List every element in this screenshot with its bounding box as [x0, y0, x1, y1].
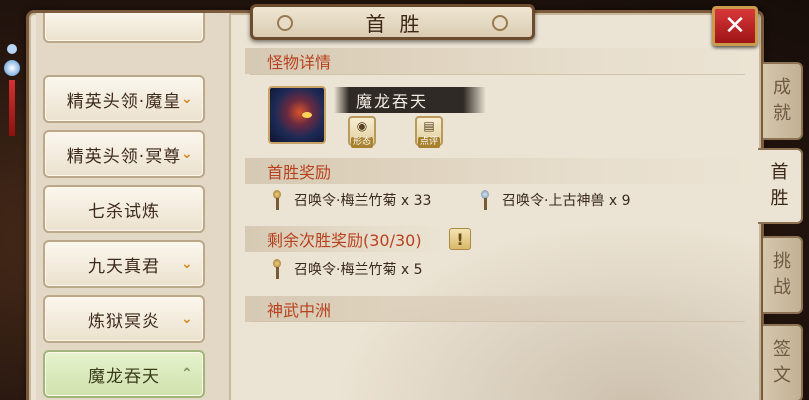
- chevron-down-icon: ⌄: [181, 311, 194, 327]
- tab-achievements[interactable]: 成 就: [763, 62, 803, 140]
- tab-label: 挑: [773, 251, 791, 272]
- tab-label: 文: [773, 365, 791, 386]
- nav-item-seven-kill-trial[interactable]: 七杀试炼: [43, 185, 205, 233]
- gold-token-icon: [270, 190, 284, 210]
- nav-item-partial[interactable]: [43, 13, 205, 43]
- divider: [250, 74, 745, 75]
- nav-item-label: 精英头领·冥尊: [66, 146, 182, 167]
- form-button[interactable]: ◉ 形态: [348, 116, 376, 148]
- nav-item-nine-heaven-lord[interactable]: 九天真君 ⌄: [43, 240, 205, 288]
- tab-sign[interactable]: 签 文: [763, 324, 803, 400]
- page-title: 首胜: [365, 11, 434, 36]
- nav-item-elite-demon-emperor[interactable]: 精英头领·魔皇 ⌄: [43, 75, 205, 123]
- tab-first-win[interactable]: 首 胜: [758, 148, 803, 224]
- close-icon: ✕: [724, 11, 746, 41]
- nav-item-label: 七杀试炼: [88, 201, 160, 222]
- dragon-eye-icon: [302, 112, 312, 118]
- chevron-down-icon: ⌄: [181, 256, 194, 272]
- info-warning-icon[interactable]: !: [449, 228, 471, 250]
- section-header-location: 神武中洲: [245, 296, 750, 322]
- monster-name: 魔龙吞天: [356, 92, 429, 111]
- reward-item[interactable]: 召唤令·梅兰竹菊 x 33: [270, 189, 431, 211]
- nav-item-purgatory-flame[interactable]: 炼狱冥炎 ⌄: [43, 295, 205, 343]
- comment-caption: 点评: [417, 137, 440, 148]
- comment-icon: ▤: [423, 119, 435, 133]
- comment-button[interactable]: ▤ 点评: [415, 116, 443, 148]
- section-header-first-win: 首胜奖励: [245, 158, 750, 184]
- chevron-down-icon: ⌄: [181, 146, 194, 162]
- tab-label: 就: [773, 103, 791, 124]
- nav-item-label: 精英头领·魔皇: [66, 91, 182, 112]
- nav-item-label: 九天真君: [88, 256, 160, 277]
- tassel-icon: [9, 80, 15, 136]
- section-header-monster: 怪物详情: [245, 48, 750, 74]
- chevron-up-icon: ⌃: [181, 366, 194, 382]
- gold-token-icon: [270, 259, 284, 279]
- nav-item-label: 炼狱冥炎: [88, 311, 160, 332]
- bead-icon: [7, 44, 17, 54]
- reward-text: 召唤令·梅兰竹菊 x 33: [294, 193, 432, 209]
- title-banner: 首胜: [250, 4, 535, 40]
- close-button[interactable]: ✕: [712, 6, 758, 46]
- ornament-icon: [277, 15, 293, 31]
- chevron-down-icon: ⌄: [181, 91, 194, 107]
- ornament-icon: [492, 15, 508, 31]
- monster-name-plate: 魔龙吞天: [334, 87, 486, 113]
- warning-glyph: !: [456, 229, 464, 249]
- pendant-decoration: [4, 44, 20, 136]
- divider: [250, 321, 745, 322]
- monster-portrait[interactable]: [268, 86, 326, 144]
- left-nav-column: 精英头领·魔皇 ⌄ 精英头领·冥尊 ⌄ 七杀试炼 九天真君 ⌄ 炼狱冥炎 ⌄ 魔…: [36, 13, 231, 400]
- orb-icon: [4, 60, 20, 76]
- blue-token-icon: [478, 190, 492, 210]
- section-header-remaining: 剩余次胜奖励(30/30): [245, 226, 445, 252]
- reward-text: 召唤令·梅兰竹菊 x 5: [294, 262, 423, 278]
- eye-icon: ◉: [356, 119, 368, 133]
- tab-challenge[interactable]: 挑 战: [763, 236, 803, 314]
- reward-item[interactable]: 召唤令·梅兰竹菊 x 5: [270, 258, 423, 280]
- tab-label: 战: [773, 277, 791, 298]
- nav-item-label: 魔龙吞天: [88, 366, 160, 387]
- tab-label: 签: [773, 339, 791, 360]
- nav-item-elite-underworld-lord[interactable]: 精英头领·冥尊 ⌄: [43, 130, 205, 178]
- tab-label: 成: [773, 77, 791, 98]
- reward-item[interactable]: 召唤令·上古神兽 x 9: [478, 189, 631, 211]
- tab-label: 胜: [770, 188, 789, 209]
- reward-text: 召唤令·上古神兽 x 9: [502, 193, 631, 209]
- form-caption: 形态: [350, 137, 373, 148]
- nav-item-demon-dragon[interactable]: 魔龙吞天 ⌃: [43, 350, 205, 398]
- tab-label: 首: [770, 162, 789, 183]
